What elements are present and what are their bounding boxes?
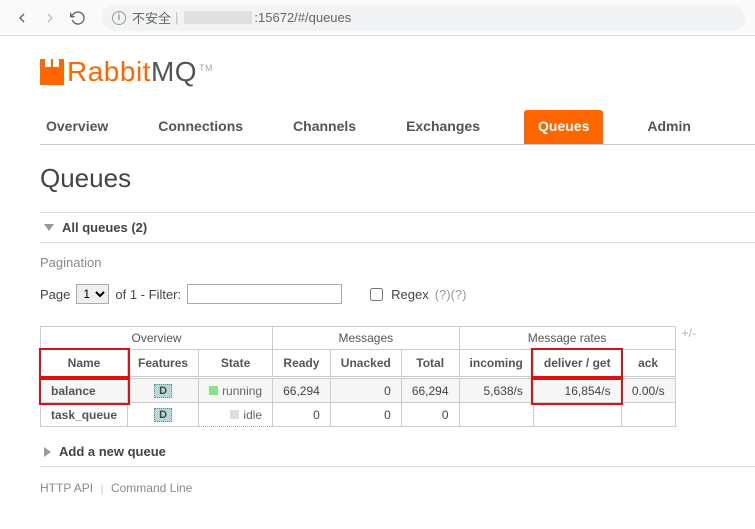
queue-features: D [128, 403, 199, 427]
col-deliver[interactable]: deliver / get [533, 350, 621, 378]
cell-unacked: 0 [330, 378, 401, 403]
col-total[interactable]: Total [401, 350, 459, 378]
site-info-icon[interactable]: i [112, 11, 126, 25]
col-ack[interactable]: ack [621, 350, 675, 378]
tab-overview[interactable]: Overview [40, 110, 114, 144]
cell-total: 0 [401, 403, 459, 427]
cell-ack: 0.00/s [621, 378, 675, 403]
page-label: Page [40, 287, 70, 302]
cell-unacked: 0 [330, 403, 401, 427]
col-group-overview: Overview [41, 327, 273, 350]
logo: RabbitMQTM [40, 56, 755, 88]
footer: HTTP API | Command Line [40, 481, 755, 495]
tab-admin[interactable]: Admin [641, 110, 697, 144]
state-dot-icon [230, 410, 239, 419]
back-button[interactable] [10, 6, 34, 30]
main-nav: Overview Connections Channels Exchanges … [40, 110, 755, 145]
regex-hint: (?)(?) [435, 287, 467, 302]
col-features[interactable]: Features [128, 350, 199, 378]
url-host-redacted [184, 11, 252, 24]
queue-state: idle [199, 403, 273, 427]
cell-incoming [459, 403, 533, 427]
queue-state: running [199, 378, 273, 403]
col-group-rates: Message rates [459, 327, 675, 350]
forward-button[interactable] [38, 6, 62, 30]
section-all-queues[interactable]: All queues (2) [40, 212, 755, 243]
col-incoming[interactable]: incoming [459, 350, 533, 378]
queues-table: Overview Messages Message rates Name Fea… [40, 326, 676, 427]
tab-exchanges[interactable]: Exchanges [400, 110, 486, 144]
logo-text-1: Rabbit [67, 56, 151, 87]
durable-badge: D [154, 384, 172, 398]
durable-badge: D [154, 408, 172, 422]
section-add-label: Add a new queue [59, 444, 166, 459]
col-unacked[interactable]: Unacked [330, 350, 401, 378]
cell-ready: 0 [273, 403, 331, 427]
table-row: task_queueDidle000 [41, 403, 676, 427]
state-dot-icon [209, 386, 218, 395]
pagination-label: Pagination [40, 255, 755, 270]
insecure-label: 不安全 [132, 8, 171, 27]
chevron-down-icon [44, 224, 54, 231]
rabbitmq-logo-icon [40, 59, 64, 85]
address-bar[interactable]: i 不安全 | :15672/#/queues [102, 5, 745, 31]
cell-ack [621, 403, 675, 427]
tab-connections[interactable]: Connections [152, 110, 249, 144]
page-select[interactable]: 1 [76, 284, 109, 304]
pagination-controls: Page 1 of 1 - Filter: Regex (?)(?) [40, 284, 755, 304]
cell-incoming: 5,638/s [459, 378, 533, 403]
regex-label: Regex [391, 287, 429, 302]
url-suffix: :15672/#/queues [254, 10, 351, 25]
col-state[interactable]: State [199, 350, 273, 378]
cell-ready: 66,294 [273, 378, 331, 403]
col-group-messages: Messages [273, 327, 459, 350]
cell-total: 66,294 [401, 378, 459, 403]
cell-deliver [533, 403, 621, 427]
regex-checkbox[interactable] [370, 288, 383, 301]
browser-toolbar: i 不安全 | :15672/#/queues [0, 0, 755, 36]
logo-tm: TM [199, 63, 213, 73]
columns-toggle[interactable]: +/- [682, 326, 696, 340]
logo-text-2: MQ [151, 56, 197, 87]
queue-features: D [128, 378, 199, 403]
table-row: balanceDrunning66,294066,2945,638/s16,85… [41, 378, 676, 403]
chevron-right-icon [44, 447, 51, 457]
cell-deliver: 16,854/s [533, 378, 621, 403]
section-add-queue[interactable]: Add a new queue [40, 437, 755, 467]
page-of-label: of 1 - Filter: [115, 287, 181, 302]
footer-http-api[interactable]: HTTP API [40, 481, 93, 495]
reload-button[interactable] [66, 6, 90, 30]
page-title: Queues [40, 163, 755, 194]
tab-channels[interactable]: Channels [287, 110, 362, 144]
queue-name[interactable]: task_queue [41, 403, 128, 427]
col-ready[interactable]: Ready [273, 350, 331, 378]
section-all-label: All queues (2) [62, 220, 147, 235]
footer-cli[interactable]: Command Line [111, 481, 192, 495]
filter-input[interactable] [187, 284, 342, 304]
col-name[interactable]: Name [41, 350, 128, 378]
tab-queues[interactable]: Queues [524, 110, 603, 144]
queue-name[interactable]: balance [41, 378, 128, 403]
